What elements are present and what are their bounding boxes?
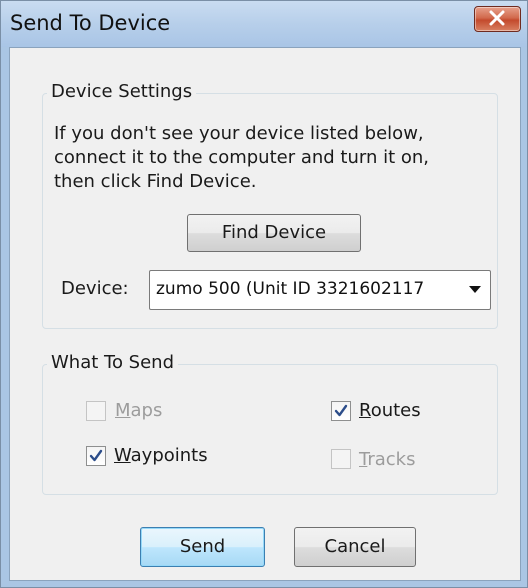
tracks-checkbox[interactable]: [331, 449, 351, 469]
title-bar[interactable]: Send To Device: [1, 1, 527, 47]
description-line-3: then click Find Device.: [54, 171, 257, 192]
description-line-2: connect it to the computer and turn it o…: [54, 147, 430, 168]
find-device-label: Find Device: [221, 222, 327, 243]
cancel-button[interactable]: Cancel: [294, 527, 416, 567]
device-settings-legend: Device Settings: [47, 81, 197, 103]
waypoints-label[interactable]: Waypoints: [114, 445, 208, 466]
device-select-value: zumo 500 (Unit ID 3321602117: [156, 279, 425, 299]
window-title: Send To Device: [10, 11, 171, 35]
checkmark-icon: [334, 404, 348, 417]
maps-label: Maps: [115, 400, 163, 421]
send-label: Send: [179, 536, 226, 557]
checkmark-icon: [89, 449, 103, 462]
close-x-icon: [489, 10, 505, 26]
maps-checkbox[interactable]: [86, 401, 106, 421]
find-device-button[interactable]: Find Device: [187, 214, 361, 252]
tracks-label: Tracks: [359, 449, 416, 470]
description-line-1: If you don't see your device listed belo…: [54, 123, 424, 144]
waypoints-checkbox[interactable]: [86, 446, 106, 466]
routes-label[interactable]: Routes: [359, 400, 421, 421]
device-select[interactable]: zumo 500 (Unit ID 3321602117: [149, 270, 491, 310]
close-button[interactable]: [474, 6, 521, 32]
send-to-device-dialog: Send To Device Device Settings If you do…: [0, 0, 528, 588]
device-settings-description: If you don't see your device listed belo…: [54, 122, 429, 194]
cancel-label: Cancel: [324, 536, 386, 557]
device-label: Device:: [61, 278, 129, 299]
routes-checkbox[interactable]: [331, 401, 351, 421]
send-button[interactable]: Send: [140, 527, 265, 567]
chevron-down-icon: [469, 286, 481, 293]
what-to-send-legend: What To Send: [47, 352, 179, 374]
dialog-client-area: Device Settings If you don't see your de…: [9, 47, 521, 581]
what-to-send-group: [42, 364, 498, 495]
